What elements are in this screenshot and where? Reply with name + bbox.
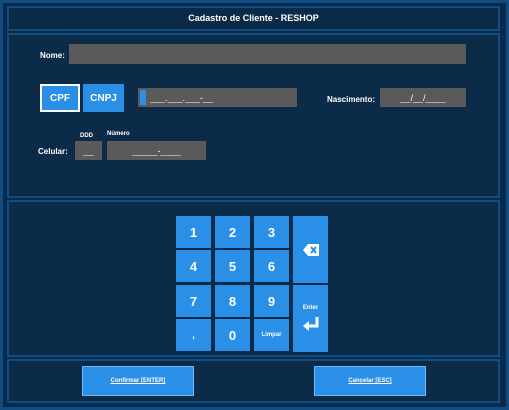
phone-input[interactable]	[107, 141, 206, 160]
key-8[interactable]: 8	[215, 285, 250, 317]
name-input[interactable]	[69, 44, 466, 64]
title-bar: Cadastro de Cliente - RESHOP	[7, 6, 500, 31]
enter-label: Enter	[302, 304, 319, 311]
key-5[interactable]: 5	[215, 250, 250, 282]
phone-number-label: Número	[107, 131, 130, 137]
cnpj-button[interactable]: CNPJ	[83, 84, 124, 112]
key-7[interactable]: 7	[176, 285, 211, 317]
confirm-button-label: Confirmar [ENTER]	[110, 378, 166, 384]
cancel-button[interactable]: Cancelar [ESC]	[314, 366, 426, 396]
backspace-icon	[302, 243, 319, 256]
key-9[interactable]: 9	[254, 285, 289, 317]
clear-button[interactable]: Limpar	[254, 319, 289, 351]
enter-return-icon	[302, 316, 320, 333]
cpf-button[interactable]: CPF	[40, 84, 80, 112]
ddd-input[interactable]	[75, 141, 102, 160]
footer-panel	[7, 359, 500, 403]
cancel-button-label: Cancelar [ESC]	[348, 378, 392, 384]
key-6[interactable]: 6	[254, 250, 289, 282]
key-1[interactable]: 1	[176, 216, 211, 248]
name-label: Nome:	[40, 51, 65, 60]
confirm-button[interactable]: Confirmar [ENTER]	[82, 366, 194, 396]
phone-label: Celular:	[38, 147, 68, 156]
ddd-label: DDD	[80, 133, 93, 139]
window-title: Cadastro de Cliente - RESHOP	[188, 13, 319, 23]
key-4[interactable]: 4	[176, 250, 211, 282]
enter-button[interactable]: Enter	[293, 285, 328, 352]
key-2[interactable]: 2	[215, 216, 250, 248]
birth-date-input[interactable]	[380, 88, 466, 107]
backspace-button[interactable]	[293, 216, 328, 283]
key-0[interactable]: 0	[215, 319, 250, 351]
key-3[interactable]: 3	[254, 216, 289, 248]
text-caret	[140, 90, 146, 105]
key-comma[interactable]: ,	[176, 319, 211, 351]
document-input[interactable]	[138, 88, 297, 107]
birth-label: Nascimento:	[327, 95, 376, 104]
